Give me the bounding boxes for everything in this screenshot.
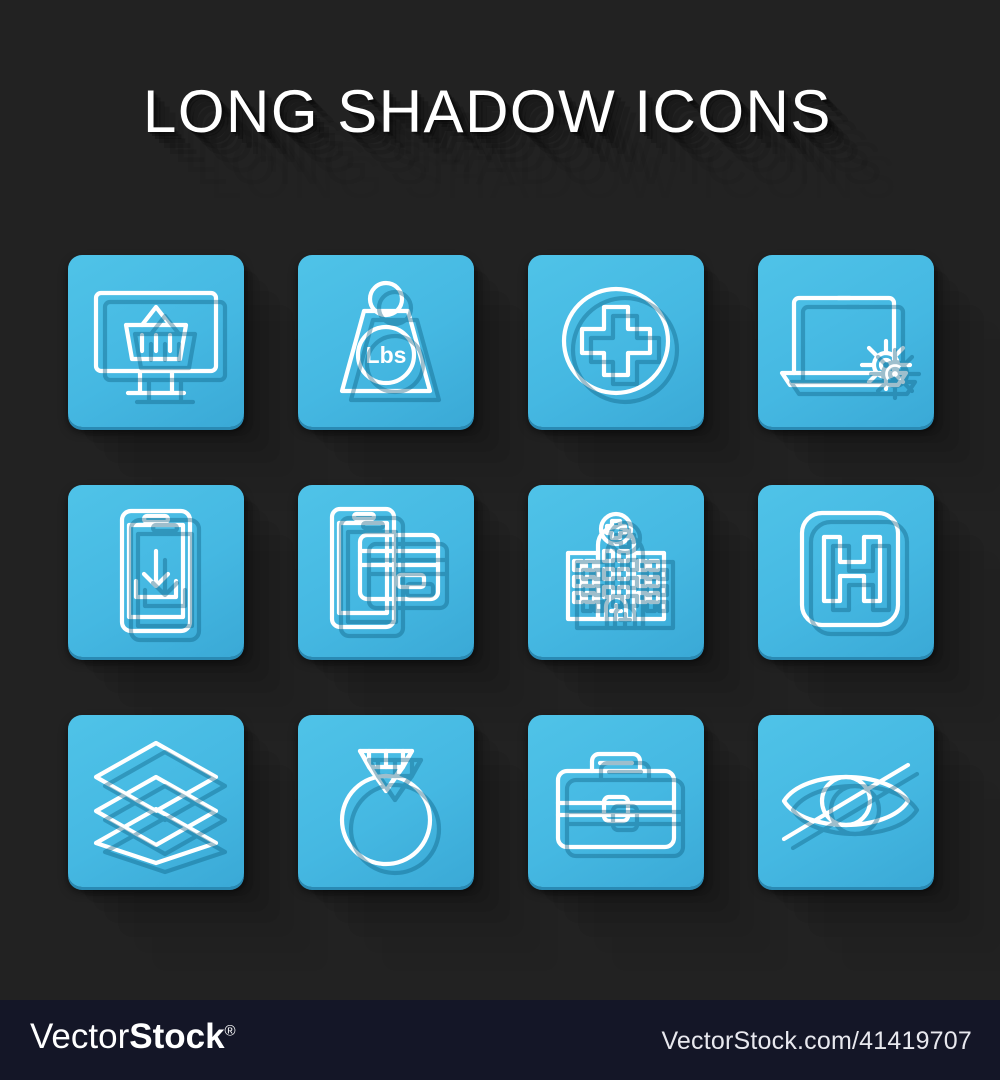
smartphone-credit-card-icon-shadow: [338, 515, 450, 639]
page-title: LONG SHADOW ICONS: [143, 78, 832, 145]
icon-tile-hospital-h-sign[interactable]: [758, 485, 934, 657]
icon-tile-diamond-ring[interactable]: [298, 715, 474, 887]
icon-tile-medical-cross-circle[interactable]: [528, 255, 704, 427]
eye-slash-icon-shadow: [790, 771, 920, 851]
laptop-gear-icon-shadow: [788, 304, 922, 401]
weight-lbs-icon-shadow: [348, 289, 442, 403]
icon-tile-eye-slash[interactable]: [758, 715, 934, 887]
logo-text-light: Vector: [30, 1017, 130, 1056]
logo-text-bold: Stock: [129, 1017, 225, 1056]
footer-watermark-bar: VectorStock® VectorStock.com/41419707: [0, 1000, 1000, 1080]
icon-tile-layers[interactable]: [68, 715, 244, 887]
vectorstock-logo: VectorStock®: [30, 1017, 236, 1057]
registered-mark: ®: [224, 1022, 236, 1040]
layers-icon-shadow: [102, 749, 228, 875]
icon-tile-smartphone-download[interactable]: [68, 485, 244, 657]
icon-tile-hospital-building[interactable]: [528, 485, 704, 657]
vectorstock-url: VectorStock.com/41419707: [661, 1027, 972, 1055]
icon-tile-laptop-gear[interactable]: [758, 255, 934, 427]
hospital-h-sign-icon-shadow: [808, 519, 910, 637]
icon-tile-briefcase[interactable]: [528, 715, 704, 887]
hospital-building-icon-shadow: [574, 520, 676, 631]
diamond-ring-icon-shadow: [348, 757, 442, 876]
smartphone-download-icon-shadow: [128, 517, 202, 643]
monitor-shopping-basket-icon-shadow: [102, 299, 228, 405]
icon-tile-smartphone-credit-card[interactable]: [298, 485, 474, 657]
icon-sheet-canvas: LONG SHADOW ICONS Lbs: [0, 0, 1000, 1000]
icon-grid: Lbs: [68, 255, 934, 905]
icon-tile-monitor-shopping-basket[interactable]: [68, 255, 244, 427]
medical-cross-circle-icon-shadow: [570, 295, 680, 405]
title-area: LONG SHADOW ICONS: [0, 74, 1000, 154]
icon-tile-weight-lbs[interactable]: Lbs: [298, 255, 474, 427]
briefcase-icon-shadow: [564, 760, 686, 859]
